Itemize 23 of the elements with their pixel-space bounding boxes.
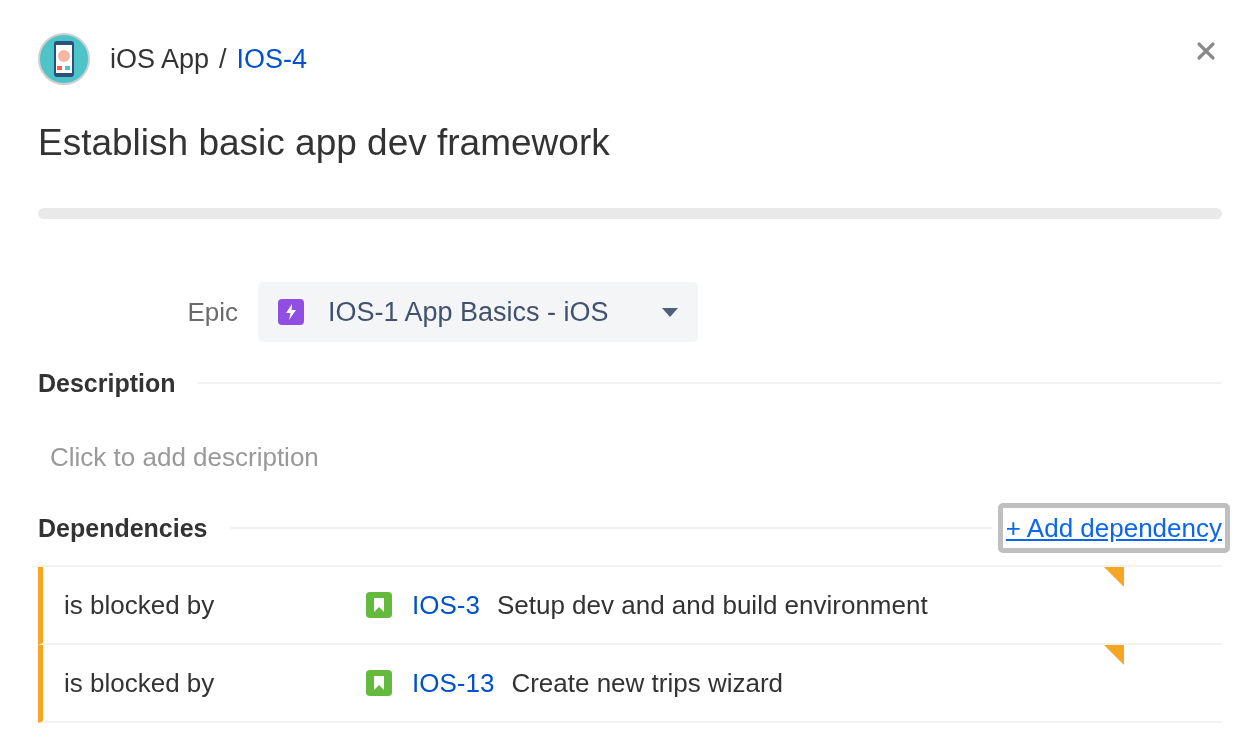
add-dependency-link[interactable]: + Add dependency (997, 503, 1230, 553)
issue-summary: Setup dev and and build environment (496, 589, 928, 621)
relation-text: is blocked by (63, 667, 216, 699)
issue-title[interactable]: Establish basic app dev framework (38, 122, 1222, 164)
epic-dropdown[interactable]: IOS-1 App Basics - iOS (258, 282, 698, 342)
issue-key-link[interactable]: IOS-3 (412, 589, 480, 621)
project-avatar-icon (38, 33, 90, 85)
dependency-row[interactable]: is blocked by IOS-3 Setup dev and and build environment (38, 567, 1222, 645)
lightning-icon (278, 299, 304, 325)
project-name[interactable]: iOS App (110, 43, 210, 75)
section-heading: Description (38, 368, 176, 398)
relation-text: is blocked by (63, 589, 216, 621)
caret-icon (662, 307, 678, 317)
bookmark-icon (366, 670, 392, 696)
section-heading: Dependencies (38, 513, 208, 543)
epic-label: Epic (186, 296, 238, 328)
issue-summary: Create new trips wizard (511, 667, 784, 699)
breadcrumb-separator: / (219, 43, 227, 75)
bookmark-icon (366, 592, 392, 618)
close-icon[interactable] (1196, 41, 1216, 61)
issue-key-link[interactable]: IOS-4 (236, 43, 308, 75)
dependency-row[interactable]: is blocked by IOS-13 Create new trips wizard (38, 645, 1222, 723)
issue-key-link[interactable]: IOS-13 (412, 667, 495, 699)
